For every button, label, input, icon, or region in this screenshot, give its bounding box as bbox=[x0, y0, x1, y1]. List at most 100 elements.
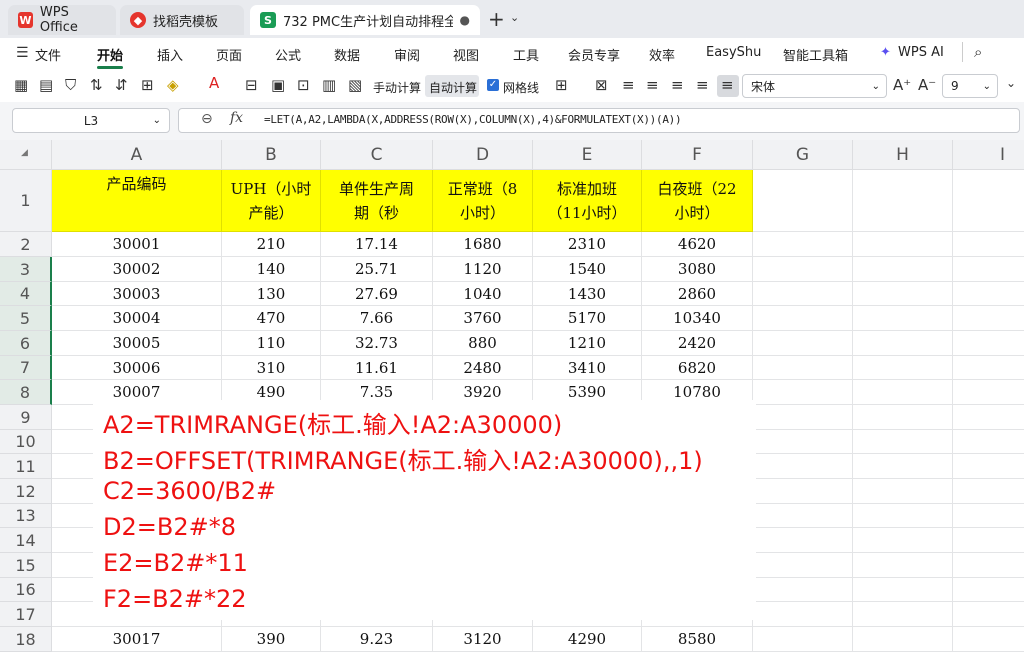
row-header[interactable]: 5 bbox=[0, 306, 52, 331]
table-cell[interactable] bbox=[753, 627, 853, 652]
table-cell[interactable] bbox=[953, 479, 1024, 504]
menu-member[interactable]: 会员专享 bbox=[568, 45, 620, 64]
table-cell[interactable] bbox=[853, 627, 953, 652]
align-left-icon[interactable]: ≡ bbox=[646, 76, 659, 94]
table-cell[interactable] bbox=[953, 578, 1024, 602]
table-cell[interactable] bbox=[853, 479, 953, 504]
filter-icon[interactable]: ⛉ bbox=[65, 76, 76, 94]
table-cell[interactable] bbox=[753, 504, 853, 528]
table-cell[interactable]: 1430 bbox=[533, 282, 642, 306]
table-cell[interactable]: 2860 bbox=[642, 282, 753, 306]
row-header[interactable]: 2 bbox=[0, 232, 52, 257]
new-tab-icon[interactable]: + bbox=[488, 7, 505, 31]
table-cell[interactable]: 7.66 bbox=[321, 306, 433, 331]
table-cell[interactable]: 1120 bbox=[433, 257, 533, 282]
menu-smart-toolbox[interactable]: 智能工具箱 bbox=[783, 45, 848, 64]
row-header[interactable]: 6 bbox=[0, 331, 52, 356]
table-cell[interactable] bbox=[753, 454, 853, 479]
header-cell-a[interactable]: 产品编码 bbox=[52, 170, 222, 232]
row-header[interactable]: 13 bbox=[0, 504, 52, 528]
paste-icon[interactable]: ▤ bbox=[39, 76, 53, 94]
column-header-g[interactable]: G bbox=[753, 140, 853, 170]
table-cell[interactable] bbox=[953, 430, 1024, 454]
row-header[interactable]: 18 bbox=[0, 627, 52, 652]
table-cell[interactable]: 8580 bbox=[642, 627, 753, 652]
align-right-icon[interactable]: ≡ bbox=[696, 76, 709, 94]
manual-calc-button[interactable]: 手动计算 bbox=[373, 79, 421, 96]
table-cell[interactable] bbox=[853, 232, 953, 257]
sort-desc-icon[interactable]: ⇵ bbox=[115, 76, 128, 94]
font-size-select[interactable]: 9 ⌄ bbox=[942, 74, 998, 98]
chevron-down-icon[interactable]: ⌄ bbox=[1006, 76, 1016, 90]
table-cell[interactable]: 3760 bbox=[433, 306, 533, 331]
table-cell[interactable] bbox=[853, 282, 953, 306]
table-cell[interactable] bbox=[853, 356, 953, 380]
table-cell[interactable] bbox=[953, 306, 1024, 331]
menu-tools[interactable]: 工具 bbox=[513, 45, 539, 64]
align-top-icon[interactable]: ≡ bbox=[622, 76, 635, 94]
table-cell[interactable]: 310 bbox=[222, 356, 321, 380]
table-cell[interactable] bbox=[953, 257, 1024, 282]
align-justify-icon[interactable]: ≡ bbox=[721, 76, 734, 94]
column-header-i[interactable]: I bbox=[953, 140, 1024, 170]
table-cell[interactable] bbox=[753, 430, 853, 454]
row-header[interactable]: 3 bbox=[0, 257, 52, 282]
table-cell[interactable]: 27.69 bbox=[321, 282, 433, 306]
table-cell[interactable] bbox=[853, 257, 953, 282]
menu-review[interactable]: 审阅 bbox=[394, 45, 420, 64]
header-cell-d[interactable]: 正常班（8 小时） bbox=[433, 170, 533, 232]
header-cell-b[interactable]: UPH（小时 产能） bbox=[222, 170, 321, 232]
table-cell[interactable] bbox=[953, 356, 1024, 380]
border-icon[interactable]: ⊞ bbox=[141, 76, 154, 94]
table-cell[interactable]: 2310 bbox=[533, 232, 642, 257]
table-cell[interactable] bbox=[953, 282, 1024, 306]
menu-data[interactable]: 数据 bbox=[334, 45, 360, 64]
table-cell[interactable] bbox=[853, 602, 953, 627]
table-cell[interactable] bbox=[953, 528, 1024, 553]
table-cell[interactable]: 30003 bbox=[52, 282, 222, 306]
table-cell[interactable]: 390 bbox=[222, 627, 321, 652]
row-header[interactable]: 12 bbox=[0, 479, 52, 504]
number-format-icon[interactable]: ▦ bbox=[14, 76, 28, 94]
chevron-down-icon[interactable]: ⌄ bbox=[510, 11, 519, 24]
table-cell[interactable]: 2480 bbox=[433, 356, 533, 380]
tab-docer-templates[interactable]: ◆ 找稻壳模板 bbox=[120, 5, 244, 35]
gridlines-checkbox[interactable]: ✓ bbox=[487, 79, 499, 91]
table-cell[interactable]: 4290 bbox=[533, 627, 642, 652]
column-header-b[interactable]: B bbox=[222, 140, 321, 170]
menu-file[interactable]: 文件 bbox=[35, 45, 61, 64]
table-cell[interactable]: 210 bbox=[222, 232, 321, 257]
table-cell[interactable]: 3410 bbox=[533, 356, 642, 380]
wrap-text-icon[interactable]: ⊟ bbox=[245, 76, 258, 94]
menu-efficiency[interactable]: 效率 bbox=[649, 45, 675, 64]
column-header-d[interactable]: D bbox=[433, 140, 533, 170]
special-icon[interactable]: ⊠ bbox=[595, 76, 608, 94]
sort-icon[interactable]: ⇅ bbox=[90, 76, 103, 94]
table-cell[interactable]: 3080 bbox=[642, 257, 753, 282]
table-cell[interactable]: 6820 bbox=[642, 356, 753, 380]
font-increase-icon[interactable]: A⁺ bbox=[893, 76, 911, 94]
tab-active-workbook[interactable]: S 732 PMC生产计划自动排程全动态 ● bbox=[250, 5, 480, 35]
table-cell[interactable]: 140 bbox=[222, 257, 321, 282]
table-cell[interactable]: 17.14 bbox=[321, 232, 433, 257]
table-cell[interactable] bbox=[753, 380, 853, 405]
table-cell[interactable]: 9.23 bbox=[321, 627, 433, 652]
header-cell-f[interactable]: 白夜班（22 小时） bbox=[642, 170, 753, 232]
table-cell[interactable] bbox=[953, 170, 1024, 232]
menu-home[interactable]: 开始 bbox=[97, 45, 123, 64]
font-decrease-icon[interactable]: A⁻ bbox=[918, 76, 936, 94]
table-cell[interactable] bbox=[953, 380, 1024, 405]
table-cell[interactable] bbox=[753, 306, 853, 331]
row-header[interactable]: 4 bbox=[0, 282, 52, 306]
auto-calc-button[interactable]: 自动计算 bbox=[429, 79, 477, 96]
table-cell[interactable]: 30004 bbox=[52, 306, 222, 331]
fx-icon[interactable]: fx bbox=[230, 110, 243, 126]
menu-insert[interactable]: 插入 bbox=[157, 45, 183, 64]
menu-formula[interactable]: 公式 bbox=[275, 45, 301, 64]
header-cell-c[interactable]: 单件生产周 期（秒 bbox=[321, 170, 433, 232]
row-header[interactable]: 1 bbox=[0, 170, 52, 232]
row-header[interactable]: 8 bbox=[0, 380, 52, 405]
font-name-select[interactable]: 宋体 ⌄ bbox=[742, 74, 887, 98]
row-header[interactable]: 17 bbox=[0, 602, 52, 627]
table-cell[interactable]: 1040 bbox=[433, 282, 533, 306]
